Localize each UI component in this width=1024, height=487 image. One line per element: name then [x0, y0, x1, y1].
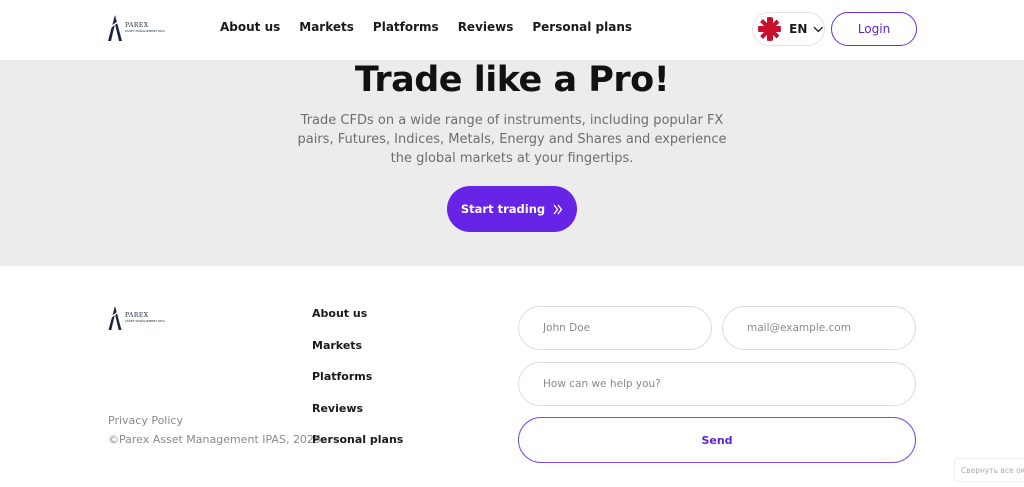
- copyright-text: ©Parex Asset Management IPAS, 2025: [108, 433, 321, 446]
- footer-logo-subtitle: ASSET MANAGEMENT IPAS: [125, 319, 165, 323]
- header-logo[interactable]: PAREX ASSET MANAGEMENT IPAS: [108, 15, 165, 41]
- send-button[interactable]: Send: [518, 417, 916, 463]
- privacy-policy-link[interactable]: Privacy Policy: [108, 414, 183, 427]
- logo-subtitle: ASSET MANAGEMENT IPAS: [125, 29, 165, 33]
- nav-personal-plans[interactable]: Personal plans: [532, 20, 632, 34]
- nav-reviews[interactable]: Reviews: [458, 20, 514, 34]
- footer-link-personal-plans[interactable]: Personal plans: [312, 433, 403, 465]
- site-header: PAREX ASSET MANAGEMENT IPAS About us Mar…: [0, 0, 1024, 60]
- hero-title: Trade like a Pro!: [354, 60, 670, 100]
- uk-flag-icon: [758, 17, 782, 41]
- footer-nav: About us Markets Platforms Reviews Perso…: [312, 307, 403, 465]
- footer-logo[interactable]: PAREX ASSET MANAGEMENT IPAS: [108, 306, 165, 330]
- minimize-all-windows-tooltip[interactable]: Свернуть все окна: [954, 458, 1024, 482]
- name-field[interactable]: [518, 306, 712, 350]
- hero-subtitle: Trade CFDs on a wide range of instrument…: [297, 113, 727, 166]
- footer-link-reviews[interactable]: Reviews: [312, 402, 403, 434]
- nav-markets[interactable]: Markets: [299, 20, 354, 34]
- hero-section: Trade like a Pro! Trade CFDs on a wide r…: [0, 60, 1024, 266]
- start-trading-label: Start trading: [460, 202, 546, 216]
- start-trading-button[interactable]: Start trading: [447, 186, 577, 232]
- logo-mark-icon: [108, 15, 122, 41]
- language-selector[interactable]: EN: [752, 12, 825, 46]
- login-button[interactable]: Login: [831, 12, 917, 46]
- main-nav: About us Markets Platforms Reviews Perso…: [220, 20, 651, 34]
- message-field[interactable]: [518, 362, 916, 406]
- logo-mark-icon: [108, 306, 122, 330]
- language-code: EN: [789, 22, 808, 36]
- nav-about-us[interactable]: About us: [220, 20, 280, 34]
- footer-link-markets[interactable]: Markets: [312, 339, 403, 371]
- footer-logo-text: PAREX ASSET MANAGEMENT IPAS: [125, 313, 165, 323]
- nav-platforms[interactable]: Platforms: [373, 20, 439, 34]
- chevron-right-icon: [553, 204, 563, 214]
- chevron-down-icon: [813, 26, 824, 32]
- footer-link-about-us[interactable]: About us: [312, 307, 403, 339]
- email-field[interactable]: [722, 306, 916, 350]
- footer-link-platforms[interactable]: Platforms: [312, 370, 403, 402]
- logo-text: PAREX ASSET MANAGEMENT IPAS: [125, 23, 165, 33]
